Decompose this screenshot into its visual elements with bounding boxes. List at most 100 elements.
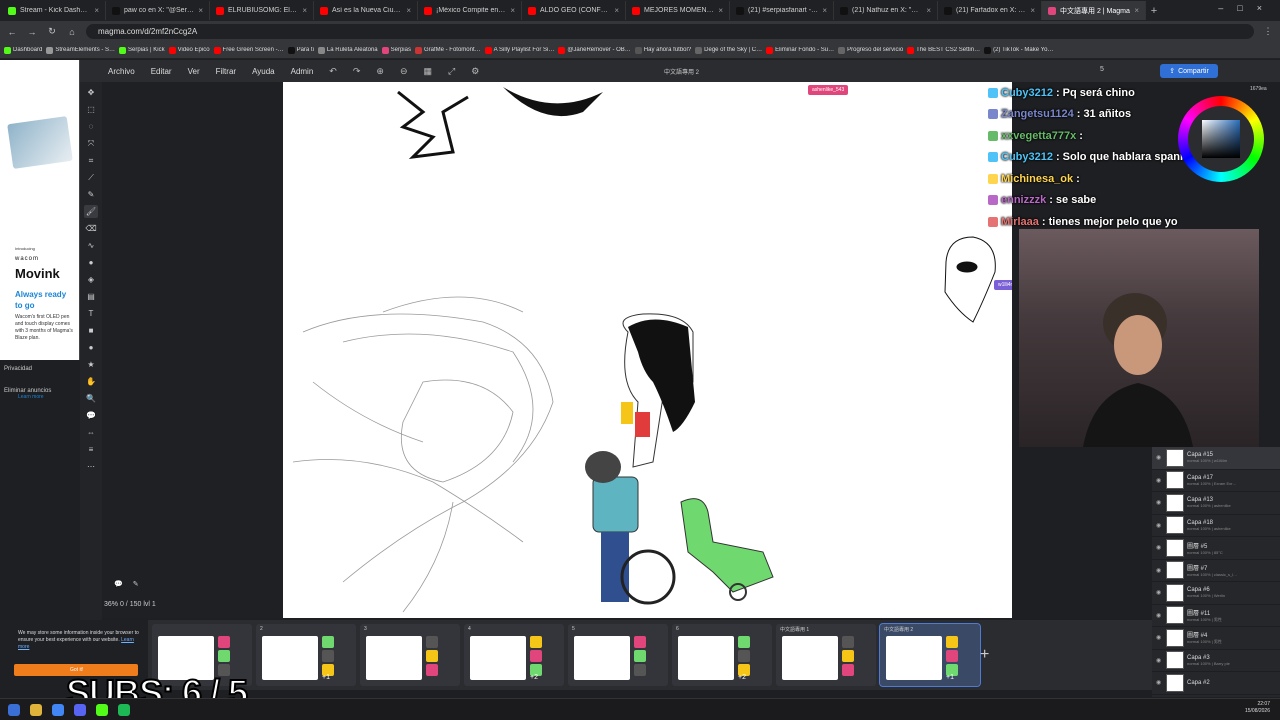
browser-tab[interactable]: MEJORES MOMENTOS IB… ×: [626, 1, 730, 20]
bookmark-item[interactable]: Free Green Screen -…: [213, 46, 284, 54]
bookmark-item[interactable]: Hay ahora fútbol?: [634, 46, 691, 54]
ad-banner[interactable]: Introducing wacom Movink Always ready to…: [0, 60, 80, 400]
brush-icon[interactable]: 🖌: [84, 205, 98, 218]
visibility-eye-icon[interactable]: ◉: [1156, 589, 1163, 596]
layer-row[interactable]: ◉ 圖層 #7 normal 100% | classic_s_l…: [1152, 560, 1280, 582]
hand-icon[interactable]: ✋: [84, 375, 98, 388]
layer-row[interactable]: ◉ Capa #13 normal 100% | ashenlike: [1152, 492, 1280, 515]
visibility-eye-icon[interactable]: ◉: [1156, 612, 1163, 619]
bookmark-item[interactable]: Progreso del servicio: [838, 46, 903, 54]
color-saturation-square[interactable]: [1202, 120, 1240, 158]
bookmark-item[interactable]: @JaneRemover - OB…: [558, 46, 631, 54]
chrome-icon[interactable]: [52, 703, 64, 716]
layer-row[interactable]: ◉ Capa #15 normal 100% | w1lli4m: [1152, 447, 1280, 470]
drawing-canvas[interactable]: ashenlike_543 w1lli4m: [283, 82, 1012, 618]
bookmark-item[interactable]: Dege of the Sky | C…: [695, 46, 762, 54]
visibility-eye-icon[interactable]: ◉: [1156, 544, 1163, 551]
layer-row[interactable]: ◉ 圖層 #11 normal 100% | 男性: [1152, 605, 1280, 627]
bookmark-item[interactable]: Serpias | Kick: [119, 46, 165, 54]
zoom-in-icon[interactable]: ⊕: [376, 66, 384, 77]
bookmark-item[interactable]: Video Epico: [168, 46, 210, 54]
visibility-eye-icon[interactable]: ◉: [1156, 567, 1163, 574]
settings-icon[interactable]: ⚙: [471, 66, 479, 77]
visibility-eye-icon[interactable]: ◉: [1156, 657, 1163, 664]
bookmark-item[interactable]: La Ruleta Aleatoria: [317, 46, 378, 54]
flip-icon[interactable]: ⇔: [84, 426, 98, 439]
ad-privacy[interactable]: Privacidad: [4, 366, 32, 372]
board-card[interactable]: 4 +2: [464, 624, 564, 686]
board-card[interactable]: 6 +2: [672, 624, 772, 686]
menu-item[interactable]: Archivo: [108, 67, 135, 76]
spotify-icon[interactable]: [118, 703, 130, 716]
tab-close-icon[interactable]: ×: [926, 6, 931, 15]
bookmark-item[interactable]: (2) TikTok - Make Yo…: [984, 46, 1053, 54]
zoom-out-icon[interactable]: ⊖: [400, 66, 408, 77]
bookmark-item[interactable]: A Silly Playlist For Si…: [484, 46, 554, 54]
browser-tab[interactable]: (21) #serpiasfanart - Busc… ×: [730, 1, 834, 20]
tab-close-icon[interactable]: ×: [718, 6, 723, 15]
bookmark-item[interactable]: Para ti: [287, 46, 314, 54]
tab-close-icon[interactable]: ×: [94, 6, 99, 15]
back-icon[interactable]: ←: [6, 27, 18, 37]
browser-tab[interactable]: Así es la Nueva Ciudad Pri… ×: [314, 1, 418, 20]
tab-close-icon[interactable]: ×: [1030, 6, 1035, 15]
browser-tab[interactable]: ¡México Compite en las E… ×: [418, 1, 522, 20]
lasso-icon[interactable]: ◌: [84, 120, 98, 133]
eyedropper-icon[interactable]: ⟋: [84, 171, 98, 184]
layer-row[interactable]: ◉ Capa #17 normal 100% | Exram Exr…: [1152, 470, 1280, 492]
gradient-icon[interactable]: ▤: [84, 290, 98, 303]
browser-tab[interactable]: 中文語專用 2 | Magma ×: [1042, 1, 1146, 20]
pencil-icon[interactable]: ✎: [84, 188, 98, 201]
ad-learn-more[interactable]: Learn more: [18, 394, 44, 400]
move-icon[interactable]: ✥: [84, 86, 98, 99]
browser-tab[interactable]: (21) Nathuz en X: "El mag… ×: [834, 1, 938, 20]
fullscreen-icon[interactable]: ⤢: [448, 66, 455, 77]
url-field[interactable]: magma.com/d/2mf2nCcg2A: [86, 24, 1254, 39]
select-icon[interactable]: ⬚: [84, 103, 98, 116]
new-tab-button[interactable]: +: [1146, 5, 1162, 17]
board-card[interactable]: 中文語專用 2 +1: [879, 623, 981, 687]
home-icon[interactable]: ⌂: [66, 27, 78, 37]
board-card[interactable]: 2 +1: [256, 624, 356, 686]
rect-icon[interactable]: ■: [84, 324, 98, 337]
board-card[interactable]: 3: [360, 624, 460, 686]
tab-close-icon[interactable]: ×: [198, 6, 203, 15]
visibility-eye-icon[interactable]: ◉: [1156, 454, 1163, 461]
browser-tab[interactable]: paw co en X: "@Serpias I… ×: [106, 1, 210, 20]
remove-ads-link[interactable]: Eliminar anuncios: [4, 388, 51, 394]
kick-icon[interactable]: [96, 703, 108, 716]
visibility-eye-icon[interactable]: ◉: [1156, 634, 1163, 641]
transform-icon[interactable]: ⤧: [84, 137, 98, 150]
star-icon[interactable]: ★: [84, 358, 98, 371]
layer-row[interactable]: ◉ Capa #2: [1152, 672, 1280, 695]
color-picker-wheel[interactable]: [1178, 96, 1264, 182]
browser-tab[interactable]: (21) Farfadox en X: "Tenei… ×: [938, 1, 1042, 20]
eraser-icon[interactable]: ⌫: [84, 222, 98, 235]
explorer-icon[interactable]: [30, 703, 42, 716]
bookmark-item[interactable]: GrafMe - Fotomont…: [414, 46, 481, 54]
tab-close-icon[interactable]: ×: [1134, 6, 1139, 15]
tab-close-icon[interactable]: ×: [510, 6, 515, 15]
extensions-icon[interactable]: ⋮: [1262, 26, 1274, 37]
smudge-icon[interactable]: ∿: [84, 239, 98, 252]
tab-close-icon[interactable]: ×: [302, 6, 307, 15]
pen-quick-icon[interactable]: ✎: [133, 580, 139, 592]
menu-item[interactable]: Editar: [151, 67, 172, 76]
chat-icon[interactable]: 💬: [114, 580, 123, 592]
menu-item[interactable]: Ver: [188, 67, 200, 76]
more-icon[interactable]: ⋯: [84, 460, 98, 473]
fill-icon[interactable]: ◈: [84, 273, 98, 286]
visibility-eye-icon[interactable]: ◉: [1156, 679, 1163, 686]
bookmark-item[interactable]: The BEST CS2 Settin…: [907, 46, 980, 54]
start-icon[interactable]: [8, 703, 20, 716]
zoom-icon[interactable]: 🔍: [84, 392, 98, 405]
comment-icon[interactable]: 💬: [84, 409, 98, 422]
visibility-eye-icon[interactable]: ◉: [1156, 522, 1163, 529]
board-card[interactable]: 5: [568, 624, 668, 686]
layer-row[interactable]: ◉ 圖層 #5 normal 100% | 85°C: [1152, 537, 1280, 560]
discord-icon[interactable]: [74, 703, 86, 716]
grid-icon[interactable]: ▦: [423, 66, 432, 77]
layer-row[interactable]: ◉ 圖層 #4 normal 100% | 男性: [1152, 627, 1280, 650]
redo-icon[interactable]: ↷: [353, 66, 361, 77]
tab-close-icon[interactable]: ×: [406, 6, 411, 15]
